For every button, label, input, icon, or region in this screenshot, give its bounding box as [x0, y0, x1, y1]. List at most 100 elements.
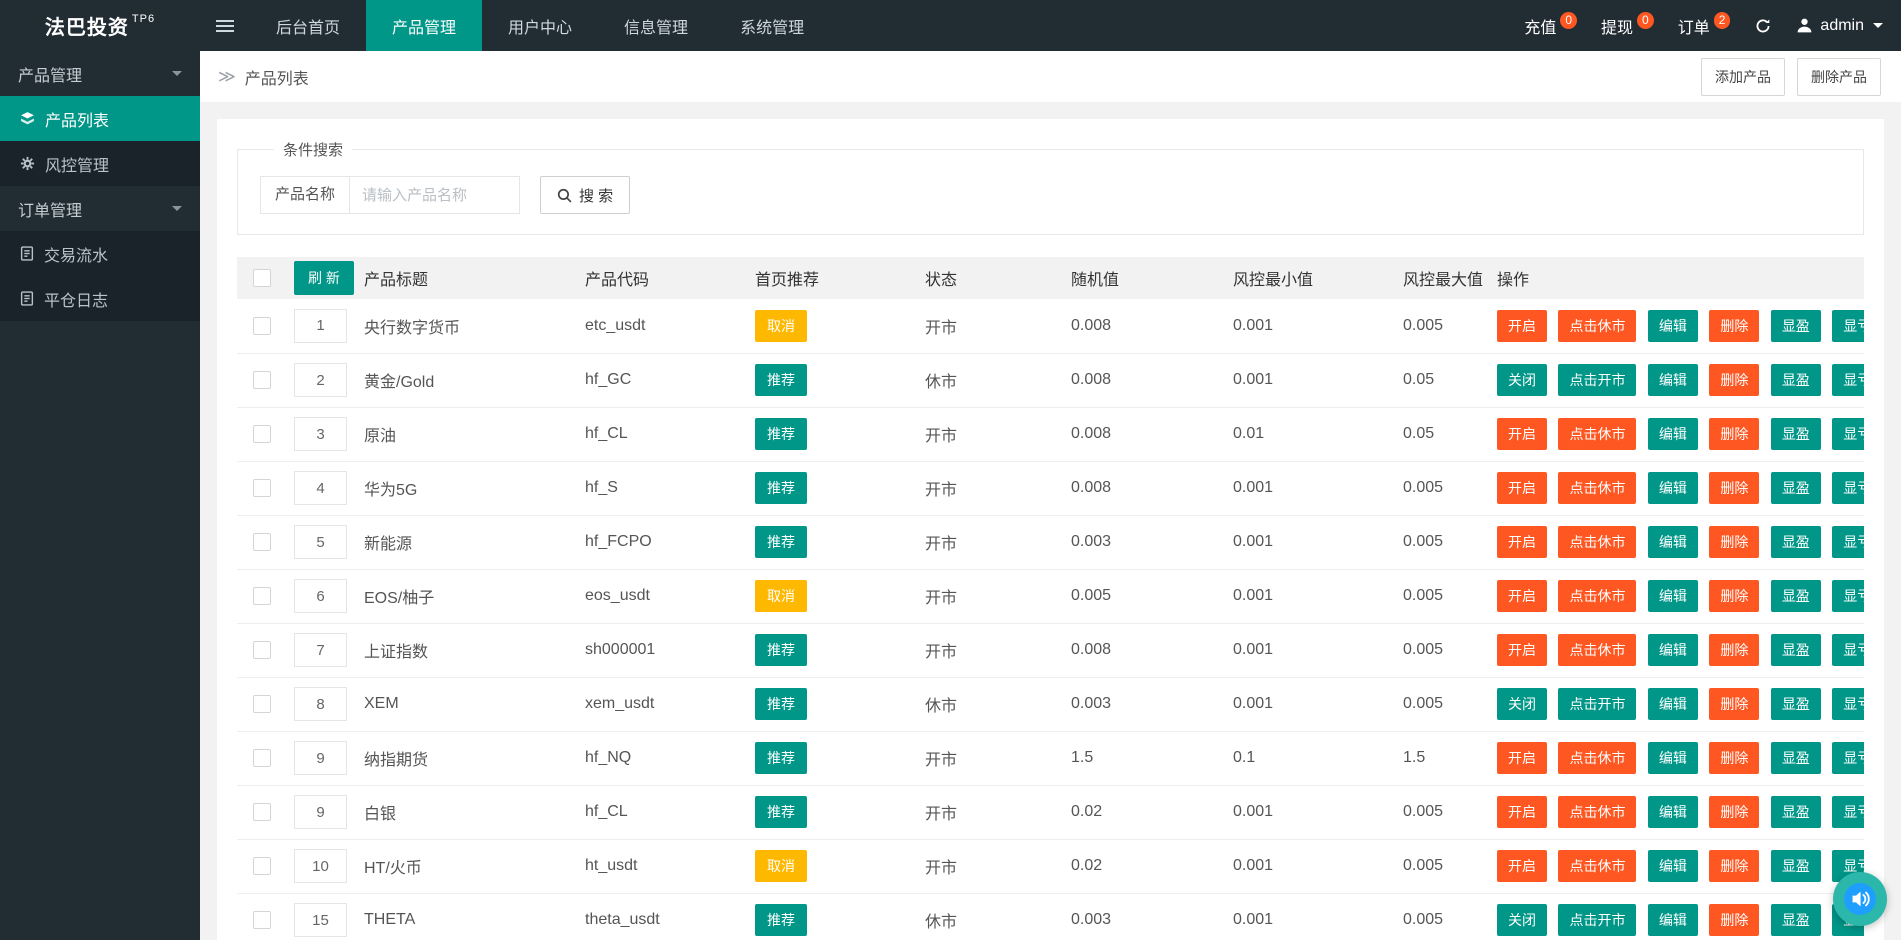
edit-button[interactable]: 编辑	[1648, 796, 1698, 828]
show-profit-button[interactable]: 显盈	[1771, 634, 1821, 666]
market-open-button[interactable]: 点击开市	[1558, 688, 1636, 720]
delete-button[interactable]: 删除	[1709, 742, 1759, 774]
product-name-input[interactable]	[350, 176, 520, 214]
top-menu-item[interactable]: 后台首页	[250, 0, 366, 51]
audio-toggle-button[interactable]	[1833, 872, 1887, 926]
menu-toggle-icon[interactable]	[200, 0, 250, 51]
show-profit-button[interactable]: 显盈	[1771, 796, 1821, 828]
sidebar-item-order-management[interactable]: 订单管理	[0, 186, 200, 231]
topbar-shortcut[interactable]: 充值 0	[1524, 14, 1577, 38]
edit-button[interactable]: 编辑	[1648, 526, 1698, 558]
sort-input[interactable]	[294, 471, 347, 505]
row-checkbox[interactable]	[253, 911, 271, 929]
row-checkbox[interactable]	[253, 317, 271, 335]
user-menu[interactable]: admin	[1796, 17, 1883, 35]
delete-button[interactable]: 删除	[1709, 580, 1759, 612]
sort-input[interactable]	[294, 795, 347, 829]
delete-button[interactable]: 删除	[1709, 418, 1759, 450]
show-loss-button[interactable]: 显亏	[1832, 418, 1864, 450]
recommend-toggle-button[interactable]: 取消	[755, 580, 807, 612]
add-product-button[interactable]: 添加产品	[1701, 58, 1785, 96]
edit-button[interactable]: 编辑	[1648, 904, 1698, 936]
show-profit-button[interactable]: 显盈	[1771, 310, 1821, 342]
disable-button[interactable]: 关闭	[1497, 688, 1547, 720]
delete-button[interactable]: 删除	[1709, 310, 1759, 342]
delete-button[interactable]: 删除	[1709, 904, 1759, 936]
edit-button[interactable]: 编辑	[1648, 418, 1698, 450]
show-loss-button[interactable]: 显亏	[1832, 580, 1864, 612]
delete-button[interactable]: 删除	[1709, 526, 1759, 558]
top-menu-item[interactable]: 信息管理	[598, 0, 714, 51]
top-menu-item[interactable]: 产品管理	[366, 0, 482, 51]
delete-button[interactable]: 删除	[1709, 634, 1759, 666]
delete-button[interactable]: 删除	[1709, 796, 1759, 828]
show-loss-button[interactable]: 显亏	[1832, 310, 1864, 342]
market-close-button[interactable]: 点击休市	[1558, 526, 1636, 558]
enable-button[interactable]: 开启	[1497, 526, 1547, 558]
edit-button[interactable]: 编辑	[1648, 634, 1698, 666]
show-loss-button[interactable]: 显亏	[1832, 526, 1864, 558]
recommend-toggle-button[interactable]: 推荐	[755, 634, 807, 666]
enable-button[interactable]: 开启	[1497, 418, 1547, 450]
enable-button[interactable]: 开启	[1497, 310, 1547, 342]
recommend-toggle-button[interactable]: 推荐	[755, 472, 807, 504]
row-checkbox[interactable]	[253, 641, 271, 659]
delete-button[interactable]: 删除	[1709, 364, 1759, 396]
recommend-toggle-button[interactable]: 推荐	[755, 418, 807, 450]
search-button[interactable]: 搜 索	[540, 176, 630, 214]
show-profit-button[interactable]: 显盈	[1771, 418, 1821, 450]
show-profit-button[interactable]: 显盈	[1771, 688, 1821, 720]
edit-button[interactable]: 编辑	[1648, 310, 1698, 342]
row-checkbox[interactable]	[253, 425, 271, 443]
recommend-toggle-button[interactable]: 取消	[755, 850, 807, 882]
topbar-shortcut[interactable]: 订单 2	[1678, 14, 1731, 38]
top-menu-item[interactable]: 用户中心	[482, 0, 598, 51]
disable-button[interactable]: 关闭	[1497, 364, 1547, 396]
sidebar-item-product-list[interactable]: 产品列表	[0, 96, 200, 141]
row-checkbox[interactable]	[253, 371, 271, 389]
recommend-toggle-button[interactable]: 推荐	[755, 904, 807, 936]
recommend-toggle-button[interactable]: 推荐	[755, 796, 807, 828]
market-close-button[interactable]: 点击休市	[1558, 418, 1636, 450]
sort-input[interactable]	[294, 849, 347, 883]
recommend-toggle-button[interactable]: 推荐	[755, 688, 807, 720]
market-close-button[interactable]: 点击休市	[1558, 634, 1636, 666]
recommend-toggle-button[interactable]: 推荐	[755, 526, 807, 558]
market-open-button[interactable]: 点击开市	[1558, 904, 1636, 936]
edit-button[interactable]: 编辑	[1648, 364, 1698, 396]
edit-button[interactable]: 编辑	[1648, 688, 1698, 720]
topbar-shortcut[interactable]: 提现 0	[1601, 14, 1654, 38]
row-checkbox[interactable]	[253, 695, 271, 713]
sidebar-item-trade-flow[interactable]: 交易流水	[0, 231, 200, 276]
show-loss-button[interactable]: 显亏	[1832, 634, 1864, 666]
top-menu-item[interactable]: 系统管理	[714, 0, 830, 51]
show-loss-button[interactable]: 显亏	[1832, 796, 1864, 828]
row-checkbox[interactable]	[253, 587, 271, 605]
disable-button[interactable]: 关闭	[1497, 904, 1547, 936]
show-profit-button[interactable]: 显盈	[1771, 904, 1821, 936]
enable-button[interactable]: 开启	[1497, 850, 1547, 882]
sort-input[interactable]	[294, 525, 347, 559]
edit-button[interactable]: 编辑	[1648, 742, 1698, 774]
market-close-button[interactable]: 点击休市	[1558, 472, 1636, 504]
market-close-button[interactable]: 点击休市	[1558, 310, 1636, 342]
edit-button[interactable]: 编辑	[1648, 580, 1698, 612]
enable-button[interactable]: 开启	[1497, 472, 1547, 504]
market-open-button[interactable]: 点击开市	[1558, 364, 1636, 396]
show-loss-button[interactable]: 显亏	[1832, 688, 1864, 720]
enable-button[interactable]: 开启	[1497, 634, 1547, 666]
show-loss-button[interactable]: 显亏	[1832, 364, 1864, 396]
select-all-checkbox[interactable]	[253, 269, 271, 287]
delete-button[interactable]: 删除	[1709, 850, 1759, 882]
market-close-button[interactable]: 点击休市	[1558, 580, 1636, 612]
sort-input[interactable]	[294, 633, 347, 667]
refresh-icon[interactable]	[1754, 17, 1772, 35]
sort-input[interactable]	[294, 417, 347, 451]
sort-input[interactable]	[294, 903, 347, 937]
market-close-button[interactable]: 点击休市	[1558, 850, 1636, 882]
row-checkbox[interactable]	[253, 479, 271, 497]
enable-button[interactable]: 开启	[1497, 580, 1547, 612]
show-profit-button[interactable]: 显盈	[1771, 364, 1821, 396]
delete-button[interactable]: 删除	[1709, 688, 1759, 720]
enable-button[interactable]: 开启	[1497, 796, 1547, 828]
